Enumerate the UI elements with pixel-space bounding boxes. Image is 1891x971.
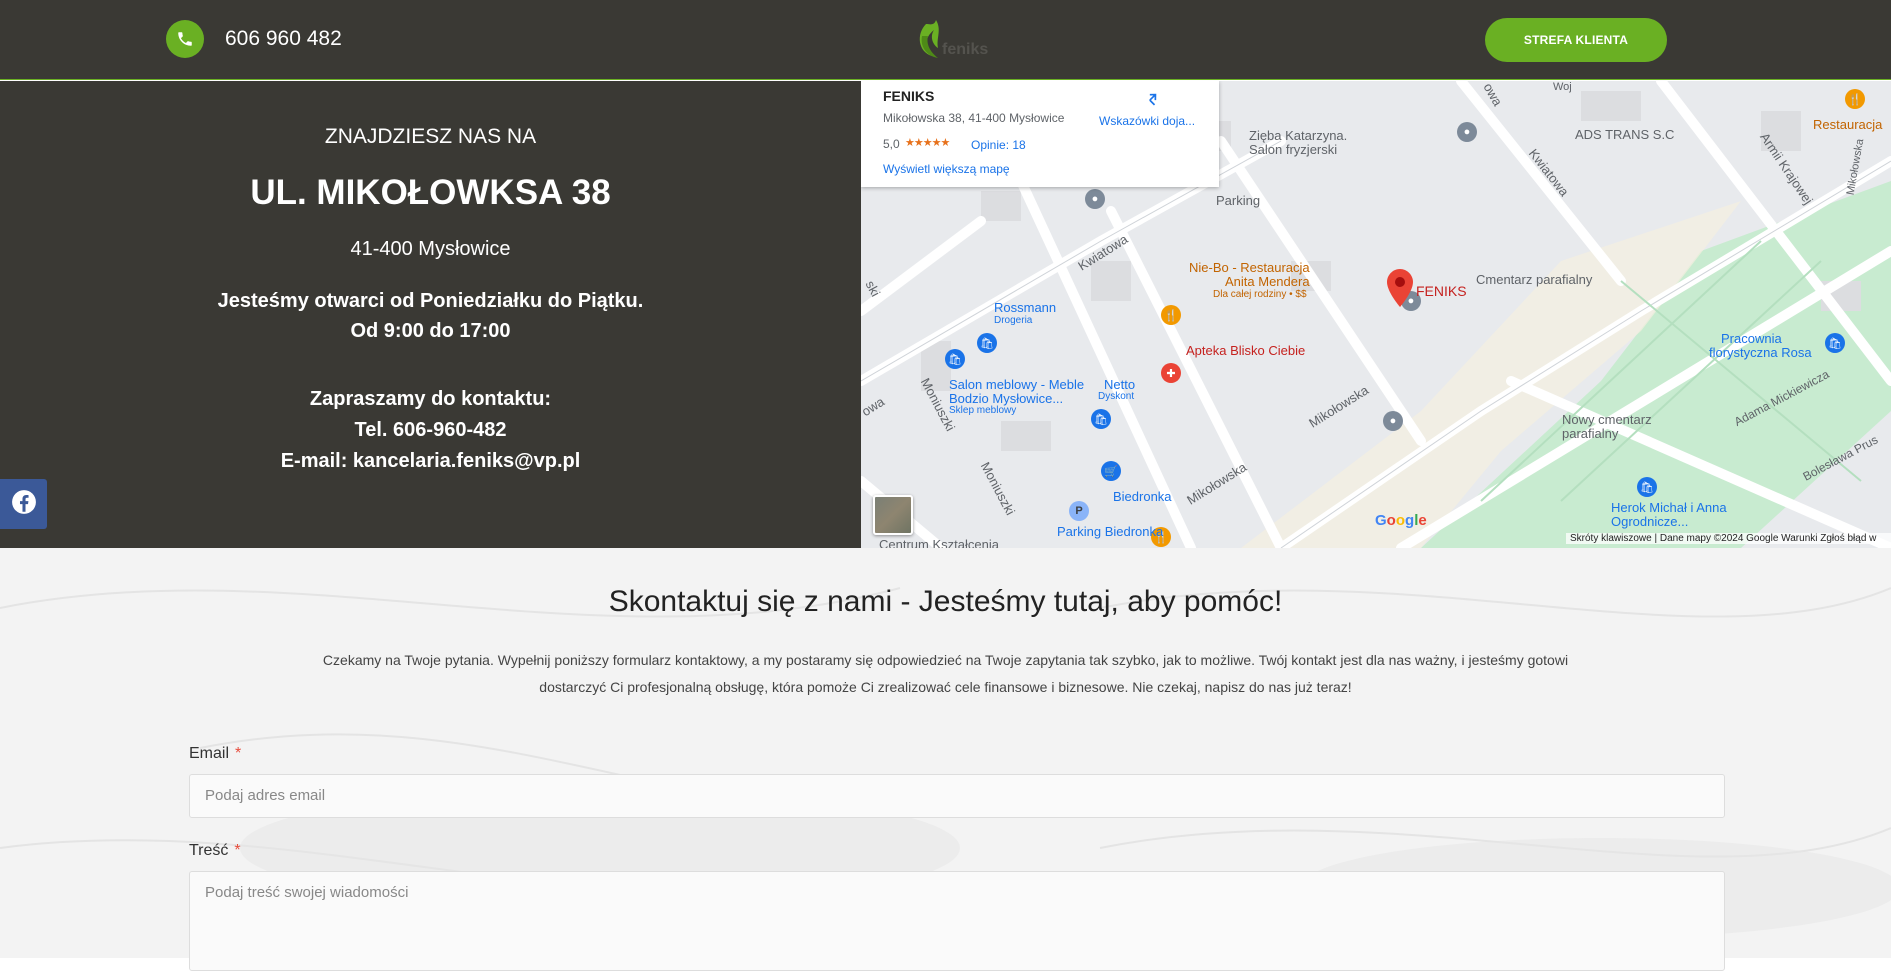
map-label: parafialny: [1562, 426, 1619, 441]
required-mark: *: [234, 842, 241, 859]
google-logo: Google: [1375, 512, 1427, 529]
map-info-card: FENIKS Mikołowska 38, 41-400 Mysłowice 5…: [861, 81, 1219, 187]
email-label-text: Email: [189, 745, 230, 762]
address-heading: ZNAJDZIESZ NAS NA: [324, 125, 537, 148]
map-place-address: Mikołowska 38, 41-400 Mysłowice: [883, 111, 1065, 125]
map-label: Rossmann: [994, 300, 1057, 315]
site-header: 606 960 482 feniks STREFA KLIENTA: [0, 0, 1891, 80]
rossmann-pin-icon[interactable]: 🛍: [977, 333, 997, 353]
netto-pin-icon[interactable]: 🛍: [1091, 409, 1111, 429]
header-phone-number[interactable]: 606 960 482: [225, 27, 342, 51]
map-label: Nowy cmentarz: [1562, 412, 1652, 427]
map-label: Bodzio Mysłowice...: [949, 391, 1064, 406]
email-field[interactable]: Podaj adres email: [189, 774, 1725, 818]
address-panel: ZNAJDZIESZ NAS NA UL. MIKOŁOWKSA 38 41-4…: [0, 81, 861, 548]
niebo-pin-icon[interactable]: 🍴: [1161, 305, 1181, 325]
map-label: Woj: [1553, 81, 1572, 93]
phone-icon[interactable]: [166, 20, 204, 58]
directions-link[interactable]: Wskazówki doja...: [1099, 114, 1195, 128]
map-attribution[interactable]: Skróty klawiszowe | Dane mapy ©2024 Goog…: [1566, 533, 1891, 544]
map-label: Anita Mendera: [1225, 274, 1310, 289]
map-reviews-link[interactable]: Opinie: 18: [971, 138, 1026, 152]
parking-biedronka-icon[interactable]: P: [1069, 501, 1089, 521]
message-label-text: Treść: [189, 842, 229, 859]
map-label: Nie-Bo - Restauracja: [1189, 260, 1310, 275]
map-label: Restauracja: [1813, 117, 1883, 132]
map-label: Ogrodnicze...: [1611, 514, 1689, 529]
map-label: Biedronka: [1113, 489, 1172, 504]
google-map[interactable]: ● ● 🍴 ● 🛍 🍴 ✚ 🛍 🛒 🛍 🛍 ● ● 🛍 P 🍴 Zięba Ka…: [861, 81, 1891, 548]
map-rating: 5,0: [883, 137, 900, 151]
contact-title: Skontaktuj się z nami - Jesteśmy tutaj, …: [608, 585, 1283, 618]
email-label: Email *: [189, 745, 241, 763]
contact-phone[interactable]: Tel. 606-960-482: [0, 419, 861, 442]
star-rating-icon: ★★★★★: [905, 137, 950, 149]
map-label: Apteka Blisko Ciebie: [1186, 343, 1306, 358]
logo-text: feniks: [942, 41, 989, 58]
opening-days: Jesteśmy otwarci od Poniedziałku do Piąt…: [217, 290, 644, 312]
address-city: 41-400 Mysłowice: [350, 238, 511, 260]
biedronka-pin-icon[interactable]: 🛒: [1101, 461, 1121, 481]
view-larger-map-link[interactable]: Wyświetl większą mapę: [883, 162, 1010, 176]
ads-pin-icon[interactable]: ●: [1457, 122, 1477, 142]
map-label: Centrum Kształcenia: [879, 537, 999, 548]
map-label: Cmentarz parafialny: [1476, 272, 1593, 287]
satellite-toggle-button[interactable]: [873, 495, 913, 535]
map-label: Parking: [1216, 193, 1261, 208]
map-label: Herok Michał i Anna: [1611, 500, 1727, 515]
map-label: ADS TRANS S.C: [1575, 127, 1675, 142]
map-label: Netto: [1104, 377, 1136, 392]
map-place-title: FENIKS: [883, 88, 935, 104]
map-label: Pracownia: [1721, 331, 1782, 346]
required-mark: *: [235, 745, 242, 762]
feniks-map-pin-icon[interactable]: [1387, 269, 1413, 307]
directions-icon[interactable]: [1141, 89, 1161, 109]
contact-description: Czekamy na Twoje pytania. Wypełnij poniż…: [322, 652, 1569, 695]
map-label: Sklep meblowy: [949, 405, 1017, 416]
map-label: Salon meblowy - Meble: [949, 377, 1085, 392]
salon-meblowy-pin-icon[interactable]: 🛍: [945, 349, 965, 369]
pracownia-pin-icon[interactable]: 🛍: [1825, 333, 1845, 353]
herok-pin-icon[interactable]: 🛍: [1637, 477, 1657, 497]
restaurant-pin-icon[interactable]: 🍴: [1845, 89, 1865, 109]
client-zone-button[interactable]: STREFA KLIENTA: [1485, 18, 1667, 62]
message-textarea[interactable]: Podaj treść swojej wiadomości: [189, 871, 1725, 971]
contact-email[interactable]: E-mail: kancelaria.feniks@vp.pl: [0, 450, 861, 473]
facebook-icon: [11, 489, 37, 520]
map-label: Zięba Katarzyna.: [1249, 128, 1348, 143]
apteka-pin-icon[interactable]: ✚: [1161, 363, 1181, 383]
address-street: UL. MIKOŁOWKSA 38: [250, 173, 611, 212]
map-label: Salon fryzjerski: [1249, 142, 1338, 157]
map-label: Dyskont: [1098, 391, 1135, 402]
map-label: FENIKS: [1416, 283, 1467, 299]
contact-heading: Zapraszamy do kontaktu:: [309, 388, 552, 410]
map-label: Parking Biedronka: [1057, 524, 1164, 539]
parking-pin-icon[interactable]: ●: [1085, 189, 1105, 209]
map-label: Drogeria: [994, 315, 1033, 326]
message-label: Treść *: [189, 842, 241, 860]
nowy-cmentarz-pin-icon[interactable]: ●: [1383, 411, 1403, 431]
facebook-button[interactable]: [0, 479, 47, 529]
map-label: Dla całej rodziny • $$: [1213, 289, 1307, 300]
opening-hours: Od 9:00 do 17:00: [350, 320, 511, 342]
map-label: florystyczna Rosa: [1709, 345, 1812, 360]
